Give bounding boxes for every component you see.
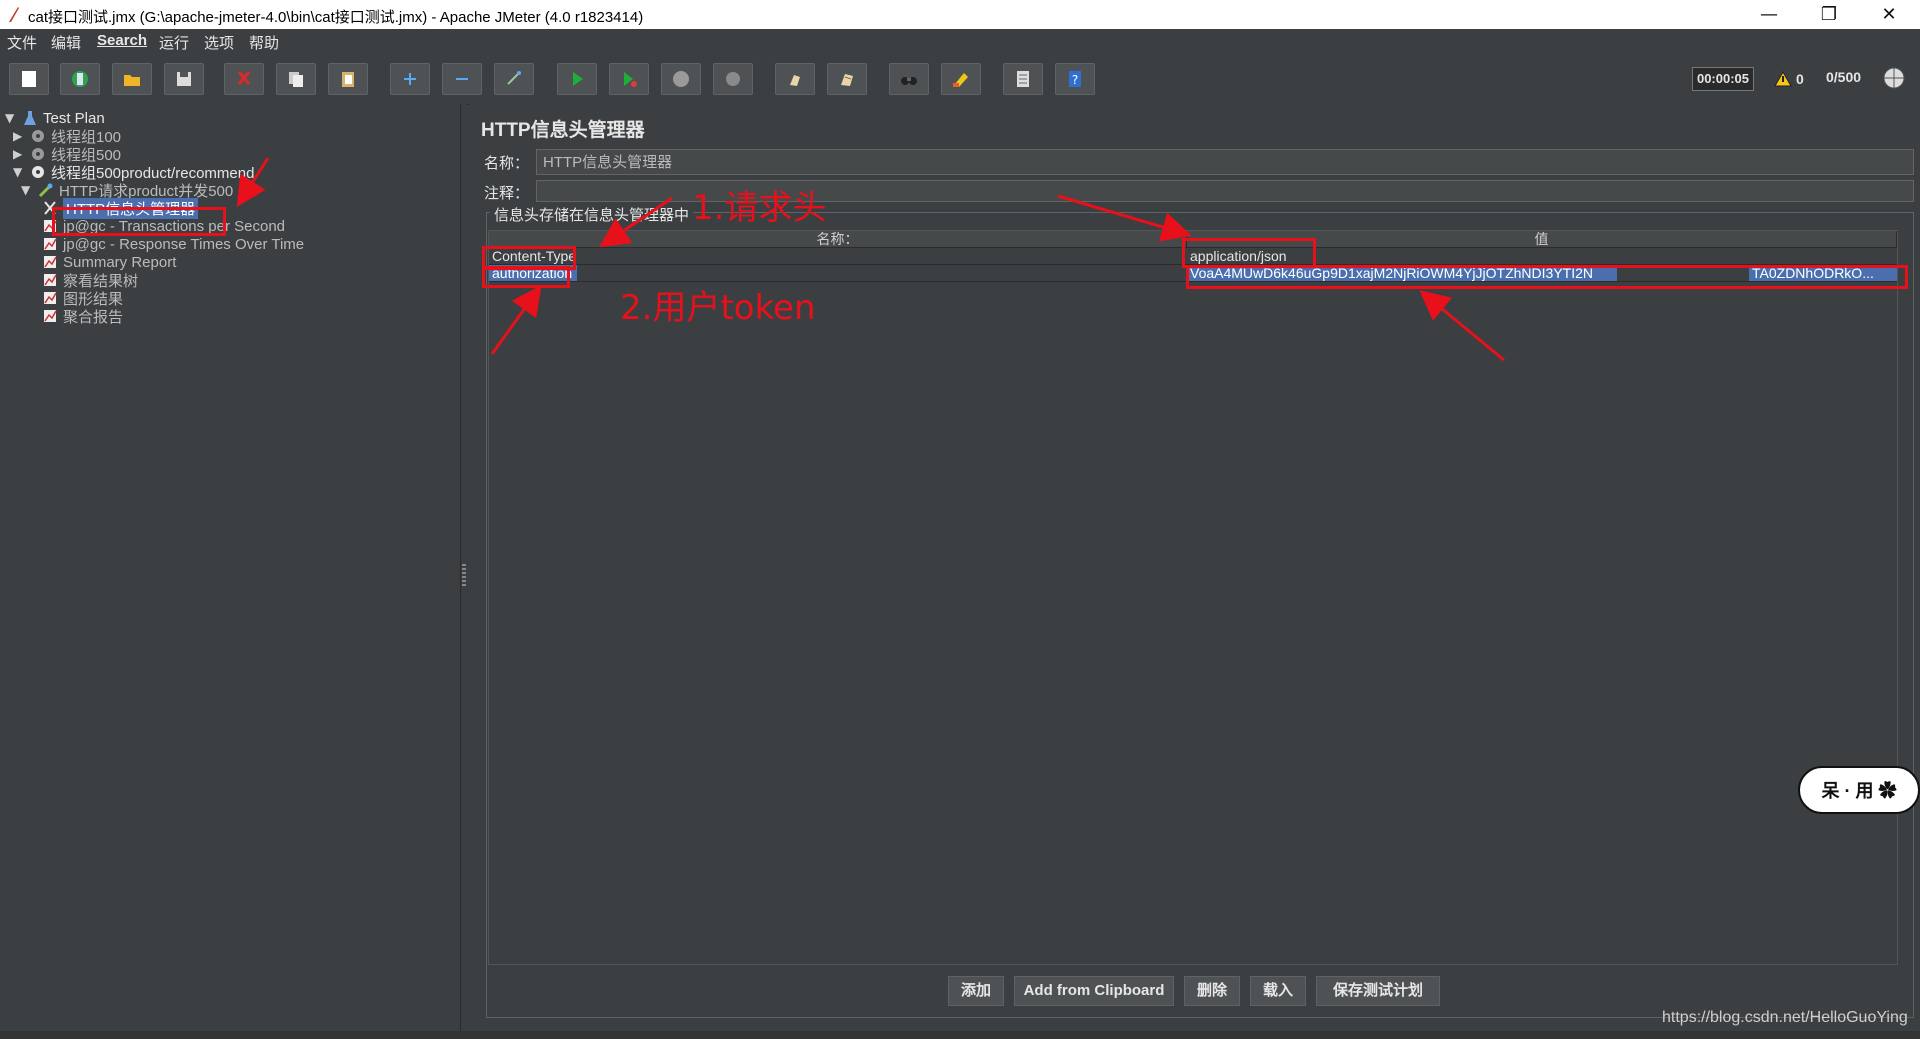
binoculars-icon: [901, 77, 917, 85]
arrow-to-token: [1419, 290, 1505, 362]
chart-icon: [44, 310, 57, 322]
shutdown-icon: [726, 72, 740, 86]
annotation-arrow-tree: [236, 157, 270, 208]
warning-icon: [1774, 71, 1792, 87]
watermark: https://blog.csdn.net/HelloGuoYing: [1662, 1009, 1908, 1026]
annotation-arrows: [490, 194, 1505, 362]
active-threads: 0/500: [1826, 69, 1862, 85]
arrow-to-application-json: [1057, 194, 1192, 242]
test-plan-tree: ▼ Test Plan ▶ 线程组100 ▶ 线程组500 ▼ 线程组500pr…: [0, 104, 461, 1031]
tree-item-aggregate-report[interactable]: 聚合报告: [41, 305, 123, 327]
delete-button[interactable]: 删除: [1184, 976, 1240, 1006]
function-helper-button[interactable]: [1003, 63, 1043, 95]
add-button[interactable]: 添加: [948, 976, 1004, 1006]
svg-text:?: ?: [1072, 73, 1078, 87]
arrow-to-authorization: [490, 285, 542, 355]
close-button[interactable]: ✕: [1860, 0, 1918, 29]
help-button[interactable]: ?: [1055, 63, 1095, 95]
panel-splitter[interactable]: [461, 104, 467, 1031]
maximize-button[interactable]: ❐: [1800, 0, 1858, 29]
toggle-wand-icon: [507, 71, 521, 85]
start-button[interactable]: [557, 63, 597, 95]
remote-globe-icon[interactable]: [1882, 66, 1906, 90]
help-icon: ?: [1069, 71, 1081, 87]
header-manager-panel: HTTP信息头管理器 名称： HTTP信息头管理器 注释： 信息头存储在信息头管…: [470, 104, 1920, 1031]
stop-icon: [673, 71, 689, 87]
stop-button[interactable]: [661, 63, 701, 95]
bottom-strip: [0, 1031, 1920, 1039]
add-from-clipboard-button[interactable]: Add from Clipboard: [1014, 976, 1174, 1006]
elapsed-timer: 00:00:05: [1692, 67, 1754, 91]
reset-search-button[interactable]: [941, 63, 981, 95]
warning-count: 0: [1796, 71, 1804, 87]
search-button[interactable]: [889, 63, 929, 95]
list-icon: [1017, 71, 1029, 87]
floating-badge[interactable]: 呆 · 用 ✿: [1798, 766, 1920, 814]
play-icon: [573, 72, 583, 86]
broom-all-icon: [841, 74, 853, 86]
clear-button[interactable]: [775, 63, 815, 95]
shutdown-button[interactable]: [713, 63, 753, 95]
load-button[interactable]: 载入: [1250, 976, 1306, 1006]
toggle-button[interactable]: [494, 63, 534, 95]
save-test-plan-button[interactable]: 保存测试计划: [1316, 976, 1440, 1006]
clear-all-button[interactable]: [827, 63, 867, 95]
reset-search-icon: [953, 73, 968, 87]
start-no-pauses-button[interactable]: [609, 63, 649, 95]
broom-icon: [790, 75, 800, 86]
arrow-to-header-manager: [236, 157, 270, 208]
arrow-to-content-type: [599, 196, 673, 248]
splitter-grip[interactable]: [462, 564, 466, 588]
warning-indicator[interactable]: 0: [1774, 69, 1804, 89]
play-no-pause-icon: [624, 72, 637, 87]
minimize-button[interactable]: —: [1740, 0, 1798, 29]
